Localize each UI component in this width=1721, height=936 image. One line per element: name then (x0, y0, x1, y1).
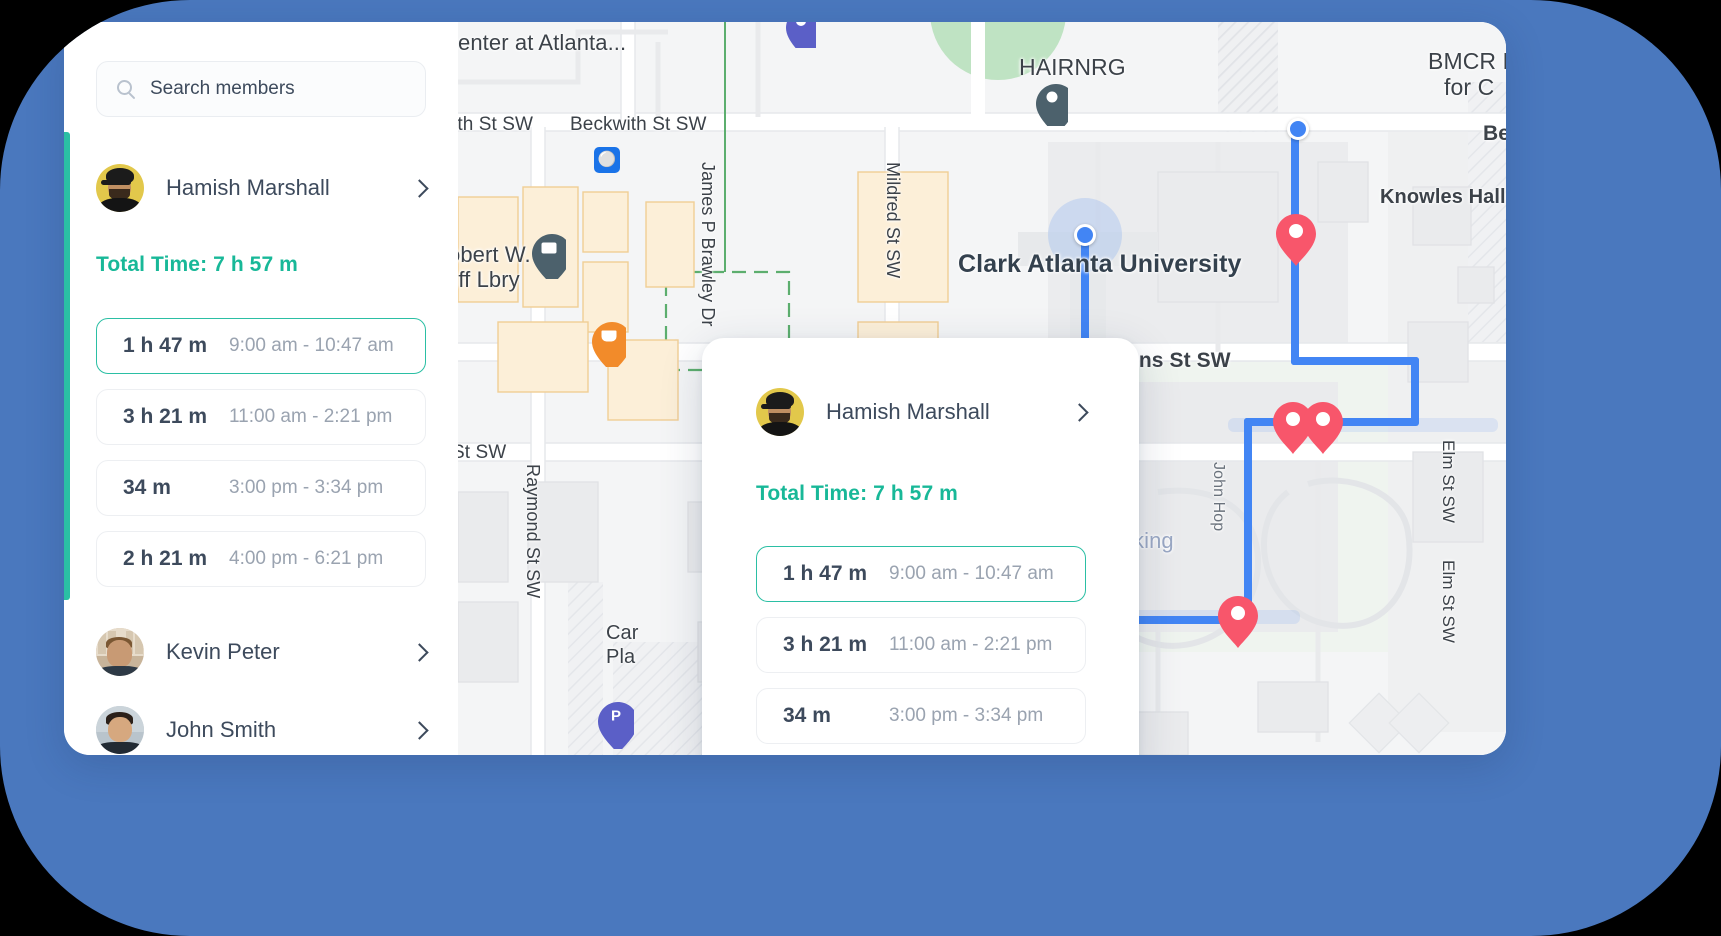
session-duration: 3 h 21 m (123, 405, 208, 428)
map-label: St SW (458, 442, 507, 463)
route-segment (1244, 418, 1252, 624)
session-card[interactable]: 1 h 47 m 9:00 am - 10:47 am (96, 318, 426, 374)
session-duration: 3 h 21 m (783, 633, 868, 656)
library-pin[interactable] (532, 234, 566, 279)
session-duration: 34 m (123, 476, 171, 499)
session-duration: 1 h 47 m (123, 334, 208, 357)
map-label: enter at Atlanta... (458, 30, 627, 55)
kevin-avatar (96, 628, 144, 676)
session-range: 3:00 pm - 3:34 pm (229, 477, 384, 498)
search-placeholder: Search members (150, 78, 295, 99)
map-label: Elm St SW (1439, 560, 1458, 644)
session-range: 9:00 am - 10:47 am (229, 335, 394, 356)
john-avatar (96, 706, 144, 754)
map-label: John Hop (1210, 462, 1227, 532)
session-card[interactable]: 34 m 3:00 pm - 3:34 pm (96, 460, 426, 516)
session-duration: 1 h 47 m (783, 562, 868, 585)
session-range: 9:00 am - 10:47 am (889, 563, 1054, 584)
browser-frame: P ⚪ enter at Atlanta... ith St SW Beckwi… (0, 0, 1721, 936)
chevron-right-icon[interactable] (1070, 402, 1089, 422)
map-label: Knowles Hall (1380, 186, 1506, 208)
member-name: Hamish Marshall (826, 399, 990, 424)
map-label: for C (1444, 74, 1495, 100)
session-duration: 2 h 21 m (123, 547, 208, 570)
map-label: obert W. (458, 242, 531, 267)
stop-pin-1[interactable] (1276, 214, 1316, 266)
purple-pin[interactable] (786, 22, 816, 48)
member-name: Kevin Peter (166, 639, 280, 664)
popup-total-time: Total Time: 7 h 57 m (756, 482, 958, 505)
search-icon (117, 79, 136, 99)
route-segment (1411, 357, 1419, 425)
selected-member-accent-bar (64, 132, 70, 600)
map-label: Clark Atlanta University (958, 250, 1242, 278)
members-sidebar: Search members Hamish Marshall Total Tim… (64, 22, 458, 755)
map-label: Beckwith St SW (570, 114, 707, 135)
stop-pin-3[interactable] (1303, 402, 1343, 454)
map-label: Mildred St SW (883, 162, 903, 279)
hairnrg-pin[interactable] (1036, 84, 1068, 126)
current-location-dot[interactable] (1074, 224, 1096, 246)
map-label: Car (606, 622, 639, 644)
member-name: Hamish Marshall (166, 175, 330, 200)
app-window: P ⚪ enter at Atlanta... ith St SW Beckwi… (64, 22, 1506, 755)
parking-pin[interactable]: P (598, 702, 634, 749)
map-label: HAIRNRG (1019, 54, 1126, 80)
session-card[interactable]: 1 h 47 m 9:00 am - 10:47 am (756, 546, 1086, 602)
route-segment (1291, 357, 1419, 365)
map-label: Raymond St SW (523, 464, 543, 599)
popup-member-header[interactable]: Hamish Marshall (756, 388, 1089, 436)
map-label: Be (1483, 122, 1506, 145)
session-card[interactable]: 2 h 21 m 4:00 pm - 6:21 pm (96, 531, 426, 587)
chevron-right-icon[interactable] (410, 642, 429, 662)
hamish-avatar (96, 164, 144, 212)
session-card[interactable]: 3 h 21 m 11:00 am - 2:21 pm (756, 617, 1086, 673)
map-label: James P Brawley Dr (698, 162, 718, 327)
map-label: BMCR B (1428, 48, 1506, 74)
sidebar-member-hamish[interactable]: Hamish Marshall (96, 164, 429, 212)
sidebar-member-kevin[interactable]: Kevin Peter (96, 628, 429, 676)
session-range: 11:00 am - 2:21 pm (889, 634, 1053, 655)
chevron-right-icon[interactable] (410, 720, 429, 740)
session-card[interactable]: 34 m 3:00 pm - 3:34 pm (756, 688, 1086, 744)
member-detail-popup: Hamish Marshall Total Time: 7 h 57 m 1 h… (702, 338, 1139, 755)
sidebar-total-time: Total Time: 7 h 57 m (96, 253, 298, 276)
search-input[interactable]: Search members (96, 61, 426, 117)
bike-station-icon[interactable]: ⚪ (594, 147, 620, 173)
session-range: 3:00 pm - 3:34 pm (889, 705, 1044, 726)
chevron-right-icon[interactable] (410, 178, 429, 198)
hamish-avatar (756, 388, 804, 436)
cafe-pin[interactable] (592, 322, 626, 367)
session-duration: 34 m (783, 704, 831, 727)
map-label: ith St SW (458, 114, 534, 135)
session-card[interactable]: 3 h 21 m 11:00 am - 2:21 pm (96, 389, 426, 445)
sidebar-member-john[interactable]: John Smith (96, 706, 429, 754)
session-range: 4:00 pm - 6:21 pm (229, 548, 384, 569)
map-label: Elm St SW (1439, 440, 1458, 524)
route-start-node[interactable] (1287, 118, 1309, 140)
map-label: Pla (606, 646, 636, 668)
map-label: uff Lbry (458, 267, 520, 292)
member-name: John Smith (166, 717, 277, 742)
session-range: 11:00 am - 2:21 pm (229, 406, 393, 427)
map-label: king (1133, 528, 1174, 553)
stop-pin-4[interactable] (1218, 596, 1258, 648)
